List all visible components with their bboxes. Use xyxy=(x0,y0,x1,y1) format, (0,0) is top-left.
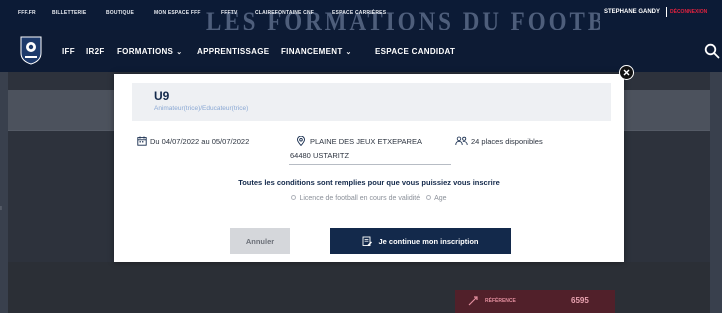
reference-badge: RÉFÉRENCE 6595 xyxy=(455,290,615,313)
nav-item-espace-candidat-label: ESPACE CANDIDAT xyxy=(375,47,456,56)
address-line-1: PLAINE DES JEUX ETXEPAREA xyxy=(310,137,422,146)
nav-item-espace-candidat[interactable]: ESPACE CANDIDAT xyxy=(375,47,455,56)
requirement-label: Age xyxy=(434,195,447,202)
eligibility-message: Toutes les conditions sont remplies pour… xyxy=(238,178,500,187)
nav-item-formations-label: FORMATIONS xyxy=(117,47,174,56)
reference-label: RÉFÉRENCE xyxy=(485,298,516,304)
requirements-list: Licence de football en cours de validité… xyxy=(114,195,624,202)
nav-item-ir2f-label: IR2F xyxy=(86,47,105,56)
search-icon[interactable] xyxy=(704,43,720,59)
top-link-ffftv[interactable]: FFFTV xyxy=(221,10,238,16)
user-separator xyxy=(666,7,667,17)
calendar-icon xyxy=(137,136,147,146)
top-link-boutique[interactable]: BOUTIQUE xyxy=(106,10,134,16)
top-link-fff[interactable]: FFF.FR xyxy=(18,10,36,16)
nav-item-apprentissage-label: APPRENTISSAGE xyxy=(197,47,270,56)
requirement-label: Licence de football en cours de validité xyxy=(299,195,421,202)
utility-bar: LES FORMATIONS DU FOOTBALL FRANÇAIS FFF.… xyxy=(0,0,722,34)
chevron-down-icon: ⌄ xyxy=(176,49,183,56)
banner: LES FORMATIONS DU FOOTBALL FRANÇAIS xyxy=(120,0,600,34)
form-icon xyxy=(363,236,373,246)
cancel-button[interactable]: Annuler xyxy=(230,228,290,254)
check-circle-icon xyxy=(426,195,432,200)
reference-value: 6595 xyxy=(571,296,589,305)
requirement-item: Licence de football en cours de validité xyxy=(291,195,420,202)
requirement-item: Age xyxy=(426,195,447,202)
session-dates: Du 04/07/2022 au 05/07/2022 xyxy=(150,137,250,146)
nav-item-iff[interactable]: IFF xyxy=(62,47,75,56)
check-circle-icon xyxy=(291,195,297,200)
address-line-2: 64480 USTARITZ xyxy=(290,151,350,160)
available-places: 24 places disponibles xyxy=(471,137,543,146)
nav-item-financement-label: FINANCEMENT xyxy=(281,47,343,56)
location-pin-icon xyxy=(297,136,305,146)
address-underline xyxy=(289,164,451,165)
chevron-down-icon: ⌄ xyxy=(345,49,352,56)
continue-button-label: Je continue mon inscription xyxy=(378,236,479,246)
continue-registration-button[interactable]: Je continue mon inscription xyxy=(330,228,511,254)
top-link-billetterie[interactable]: BILLETTERIE xyxy=(52,10,86,16)
people-icon xyxy=(455,136,468,146)
nav-item-financement[interactable]: FINANCEMENT ⌄ xyxy=(281,47,352,56)
user-name[interactable]: STEPHANE GANDY xyxy=(604,9,660,15)
nav-item-formations[interactable]: FORMATIONS ⌄ xyxy=(117,47,182,56)
left-edge-mark: ı xyxy=(0,205,2,212)
modal-header: U9 Animateur(trice)/Educateur(trice) xyxy=(132,83,611,121)
top-link-espace-fff[interactable]: MON ESPACE FFF xyxy=(154,10,201,16)
close-button[interactable] xyxy=(619,65,634,80)
nav-item-iff-label: IFF xyxy=(62,47,75,56)
nav-item-ir2f[interactable]: IR2F xyxy=(86,47,105,56)
tag-icon xyxy=(468,296,478,306)
top-link-carrieres[interactable]: ESPACE CARRIÈRES xyxy=(332,10,386,16)
fff-logo-icon[interactable] xyxy=(19,35,43,65)
top-link-clairefontaine[interactable]: CLAIREFONTAINE CNF xyxy=(255,10,314,16)
modal-title: U9 xyxy=(154,89,170,103)
modal-subtitle: Animateur(trice)/Educateur(trice) xyxy=(154,105,249,112)
main-nav: IFF IR2F FORMATIONS ⌄ APPRENTISSAGE FINAN… xyxy=(0,30,722,72)
nav-item-apprentissage[interactable]: APPRENTISSAGE xyxy=(197,47,269,56)
close-icon xyxy=(623,69,630,76)
logout-link[interactable]: DÉCONNEXION xyxy=(670,9,707,15)
